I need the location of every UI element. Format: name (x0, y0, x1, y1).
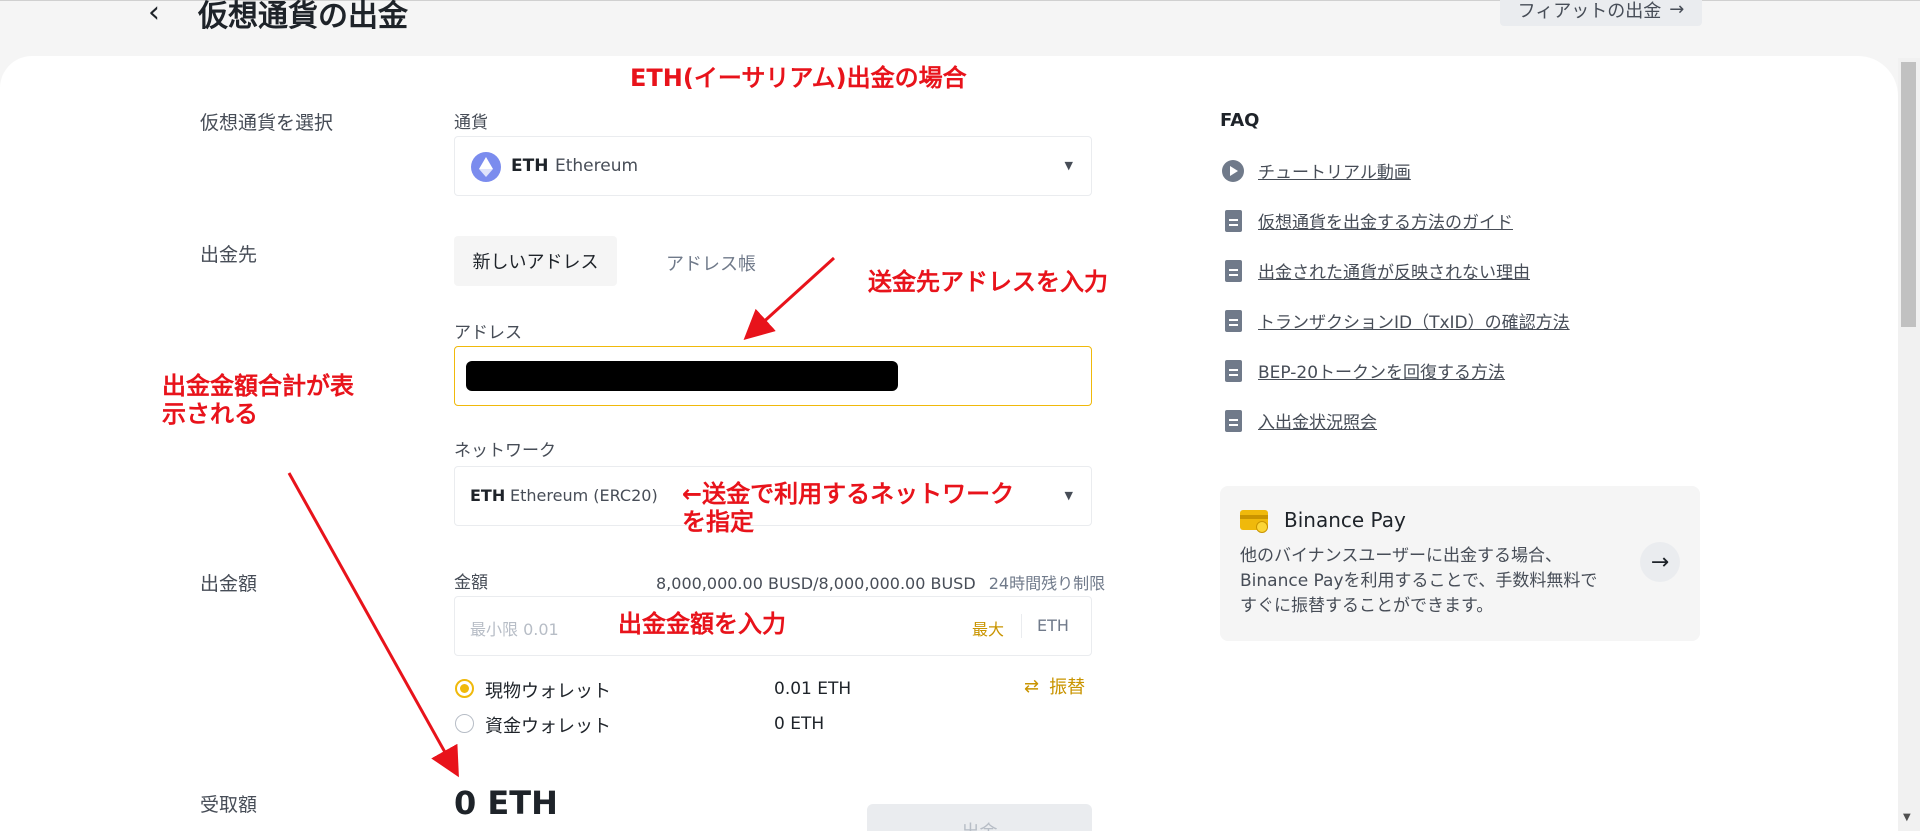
arrow-to-address (743, 256, 836, 341)
annotation-arrows (287, 256, 836, 778)
arrow-to-receive-amount (287, 472, 459, 778)
